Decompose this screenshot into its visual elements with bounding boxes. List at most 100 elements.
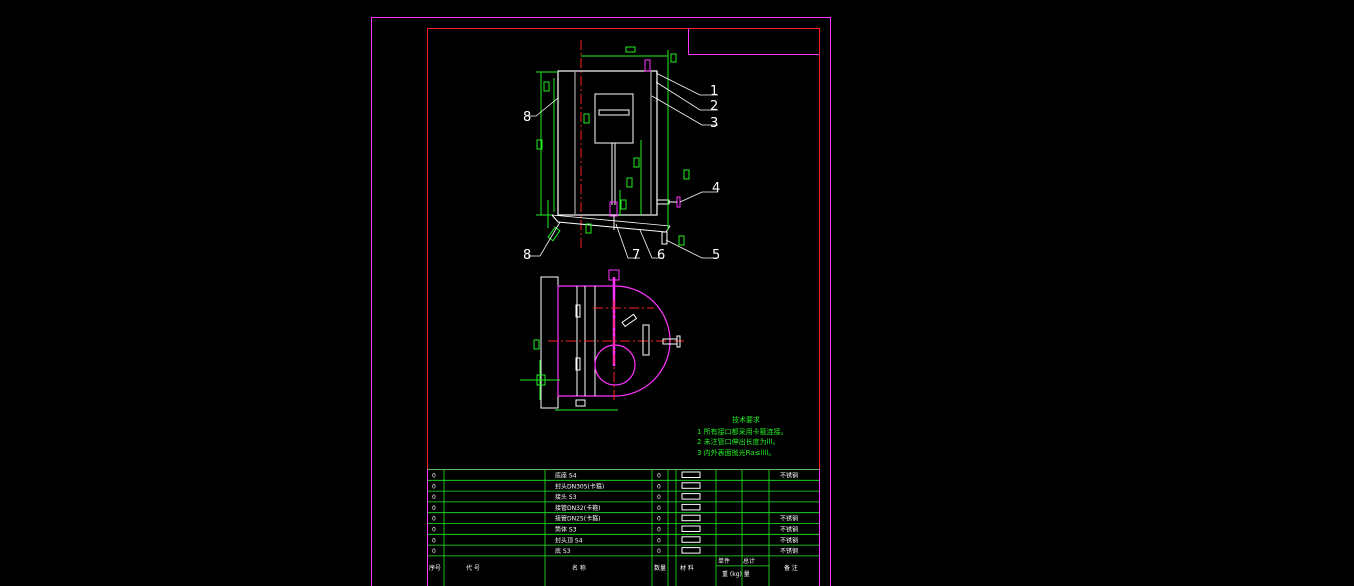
bom-row: 0 底座 S4 0 不锈钢 [432,471,798,480]
bom-row-qty: 0 [657,473,661,480]
bill-of-materials: 0 底座 S4 0 不锈钢 0 封头DN305(卡箍) 0 0 接头 S3 0 0 接管DN32(卡箍… [427,469,820,586]
plan-small-tab [575,399,586,407]
dim-tag [533,339,540,350]
dim-tag [626,177,633,188]
note-item: 3 内外表面抛光Ra≤llll。 [697,448,775,457]
callout-label: 1 [710,84,718,99]
shaft-fitting [609,201,618,217]
callout-label: 4 [712,181,720,196]
bom-row-name: 底 S3 [555,547,571,555]
base-plate [540,276,559,409]
bom-row-material-box [681,493,701,500]
bom-header-name: 名 称 [572,564,586,572]
bom-row-name: 接管DN32(卡箍) [555,504,600,512]
bom-row-name: 底座 S4 [555,472,577,480]
dim-tag [583,113,590,124]
bottom-outlet [661,231,668,245]
dim-tag [678,235,685,246]
callout-label: 7 [632,248,640,263]
side-nozzle-flange [676,196,681,208]
dim-tag [543,81,550,92]
bom-row-name: 封头DN305(卡箍) [555,482,604,490]
bom-row-material-box [681,525,701,532]
bom-row-material-box [681,547,701,554]
leader-5 [665,239,718,259]
top-fitting [644,59,651,72]
bom-header-remark: 备 注 [784,564,798,572]
bom-row-name: 封头顶 S4 [555,536,583,544]
bom-header-code: 代 号 [466,564,480,572]
top-view [520,269,684,411]
front-view: 1 2 3 4 5 6 7 8 8 [523,40,720,263]
bom-row-index: 0 [432,473,436,480]
bom-header-single: 单件 [718,557,730,565]
leader-2 [655,81,718,111]
callout-label: 5 [712,248,720,263]
bom-header-no: 序号 [429,564,441,572]
inner-chamber [594,93,634,144]
bom-row: 0 封头顶 S4 0 不锈钢 [432,536,798,544]
bom-row: 0 接管DN32(卡箍) 0 [432,503,701,512]
callout-label: 2 [710,99,718,114]
bom-grid [427,469,820,586]
bom-row-index: 0 [432,516,436,523]
notes-title: 技术要求 [732,415,760,424]
bom-header-total: 总计 [743,557,755,565]
bom-row-qty: 0 [657,516,661,523]
note-item: 2 未注管口伸出长度为lll。 [697,437,780,446]
bom-row-index: 0 [432,537,436,544]
bom-row-name: 接头 S3 [555,493,577,501]
cad-viewport[interactable]: 1 2 3 4 5 6 7 8 8 技术要求 1 所有接口都采用卡箍连接。 2 … [0,0,1354,586]
inner-chamber-window [598,109,630,116]
bom-row: 0 筒体 S3 0 不锈钢 [432,525,798,534]
bom-row-qty: 0 [657,537,661,544]
bom-row-index: 0 [432,494,436,501]
bom-row-material: 不锈钢 [780,472,798,480]
dim-tag [625,46,636,53]
bom-header-qty: 数量 [654,564,666,572]
callout-labels: 1 2 3 4 5 6 7 8 8 [523,84,720,263]
bom-row-material-box [681,482,701,489]
bom-row-material-box [681,471,701,478]
vessel-bottom [551,214,671,227]
side-nozzle [656,199,670,205]
bom-row-qty: 0 [657,527,661,534]
technical-notes: 技术要求 1 所有接口都采用卡箍连接。 2 未注管口伸出长度为lll。 3 内外… [697,415,788,457]
bom-row-material-box [681,536,701,543]
bom-row-index: 0 [432,505,436,512]
dim-tag [620,199,627,210]
bom-row: 0 接管DN25(卡箍) 0 不锈钢 [432,514,798,523]
bom-header-material: 材 料 [680,564,694,572]
drawing-canvas: 1 2 3 4 5 6 7 8 8 技术要求 1 所有接口都采用卡箍连接。 2 … [371,17,831,586]
bom-row-name: 接管DN25(卡箍) [555,515,600,523]
drawing-frame [427,28,820,586]
bom-row-material: 不锈钢 [780,547,798,555]
dim-tag [633,157,640,168]
bom-header-weight: 重 (kg) 量 [722,570,750,578]
bom-row-material-box [681,514,701,522]
bom-row: 0 封头DN305(卡箍) 0 [432,482,701,490]
bom-row-qty: 0 [657,548,661,555]
note-item: 1 所有接口都采用卡箍连接。 [697,427,788,436]
bom-row-material: 不锈钢 [780,515,798,523]
plan-handle [642,324,650,356]
sheet-border [371,17,831,586]
bom-row: 0 接头 S3 0 [432,493,701,501]
leaders [526,72,718,259]
dim-tag [670,53,677,63]
bom-row-index: 0 [432,548,436,555]
bom-row-material-box [681,503,701,511]
callout-label: 3 [710,116,718,131]
bom-row: 0 底 S3 0 不锈钢 [432,547,798,555]
bom-row-qty: 0 [657,494,661,501]
bom-row-qty: 0 [657,483,661,490]
leader-1 [655,72,718,96]
bom-header: 序号 代 号 名 称 数量 材 料 单件 总计 重 (kg) 量 备 注 [429,557,798,578]
title-box-corner [688,28,820,55]
bom-row-material: 不锈钢 [780,526,798,534]
bom-row-index: 0 [432,483,436,490]
callout-label: 8 [523,110,531,125]
plan-slot [621,313,638,328]
bom-row-qty: 0 [657,505,661,512]
bom-row-material: 不锈钢 [780,536,798,544]
